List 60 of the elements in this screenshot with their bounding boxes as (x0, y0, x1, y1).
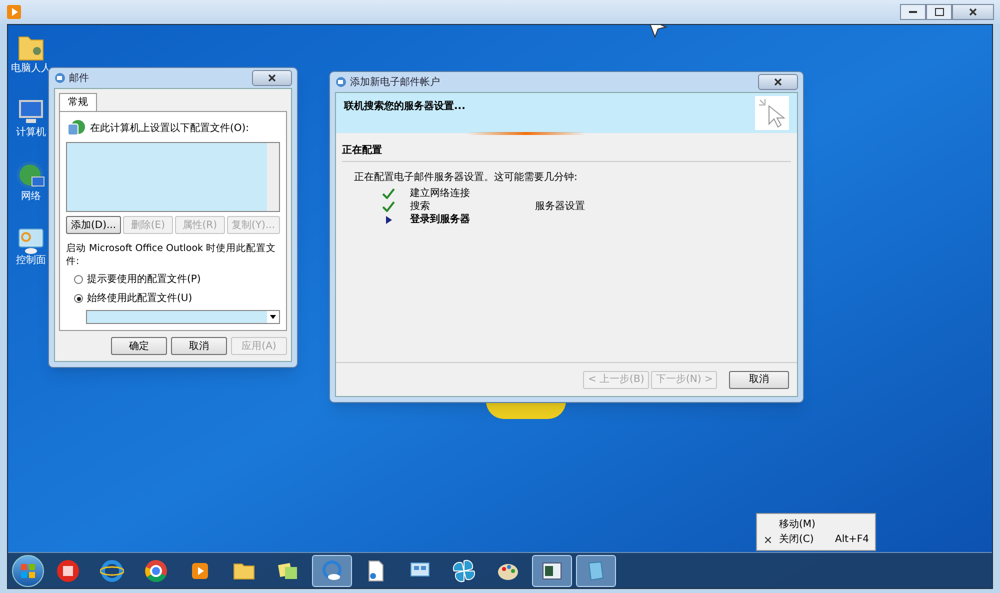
step-detail: 服务器设置 (535, 200, 585, 214)
description: 正在配置电子邮件服务器设置。这可能需要几分钟: (354, 170, 578, 185)
profile-list[interactable] (66, 142, 280, 212)
browser-icon (100, 558, 124, 582)
checkmark-icon (382, 201, 395, 212)
checkmark-icon (382, 188, 395, 199)
taskbar-button[interactable] (532, 554, 572, 586)
step-label: 登录到服务器 (410, 212, 471, 227)
step-label: 建立网络连接 (410, 186, 471, 200)
menu-item[interactable]: 关闭(C) Alt+F4 (757, 532, 875, 547)
menu-item[interactable]: 移动(M) (757, 517, 875, 532)
close-icon (774, 78, 782, 86)
scrollbar[interactable] (267, 143, 279, 211)
startup-label: 启动 Microsoft Office Outlook 时使用此配置文件: (66, 242, 278, 268)
close-button[interactable] (252, 70, 292, 86)
circle-icon (320, 558, 344, 582)
pinwheel-icon (452, 558, 476, 582)
section-title: 正在配置 (342, 143, 791, 162)
windows-logo-icon (20, 562, 36, 578)
close-icon (765, 536, 771, 542)
arrow-icon (386, 216, 392, 224)
maximize-button[interactable] (926, 4, 952, 20)
desktop-icon-label[interactable]: 控制面 (16, 255, 46, 267)
app-icon (56, 558, 80, 582)
close-button[interactable] (952, 4, 994, 20)
dialog-button[interactable]: 确定 (111, 337, 167, 355)
play-icon (6, 4, 22, 20)
start-button[interactable] (12, 554, 44, 586)
profiles-label: 在此计算机上设置以下配置文件(O): (90, 122, 250, 136)
desktop-icon-label[interactable]: 网络 (21, 191, 41, 203)
close-button[interactable] (758, 74, 798, 90)
radio-button[interactable] (74, 275, 83, 284)
radio-label: 始终使用此配置文件(U) (87, 292, 192, 306)
header-title: 联机搜索您的服务器设置... (344, 100, 466, 114)
caret-icon (267, 311, 279, 323)
radio-button[interactable] (74, 294, 83, 303)
menu-item-label: 关闭(C) (779, 532, 815, 547)
maximize-icon (934, 8, 944, 16)
menu-item-label: 移动(M) (779, 518, 816, 532)
minimize-button[interactable] (900, 4, 926, 20)
window-title: 邮件 (69, 72, 89, 86)
dialog-button[interactable]: 添加(D)... (66, 216, 122, 234)
desktop-icon-label[interactable]: 计算机 (16, 127, 46, 139)
cursor-icon (755, 96, 789, 130)
mail-icon (335, 76, 347, 88)
dialog-button[interactable]: 取消 (171, 337, 227, 355)
minimize-icon (909, 10, 917, 14)
close-icon (969, 8, 977, 16)
taskbar-button[interactable] (312, 554, 352, 586)
dialog-button[interactable]: 取消 (729, 370, 789, 388)
window-title: 添加新电子邮件帐户 (350, 76, 440, 90)
radio-label: 提示要使用的配置文件(P) (87, 272, 201, 287)
step-label: 搜索 (410, 200, 431, 214)
browser-icon (144, 558, 168, 582)
menu-shortcut: Alt+F4 (835, 533, 870, 547)
globe-icon (16, 161, 46, 191)
profile-dropdown[interactable] (86, 310, 280, 324)
mail-icon (54, 72, 66, 84)
close-icon (268, 74, 276, 82)
tab[interactable]: 常规 (59, 93, 97, 111)
